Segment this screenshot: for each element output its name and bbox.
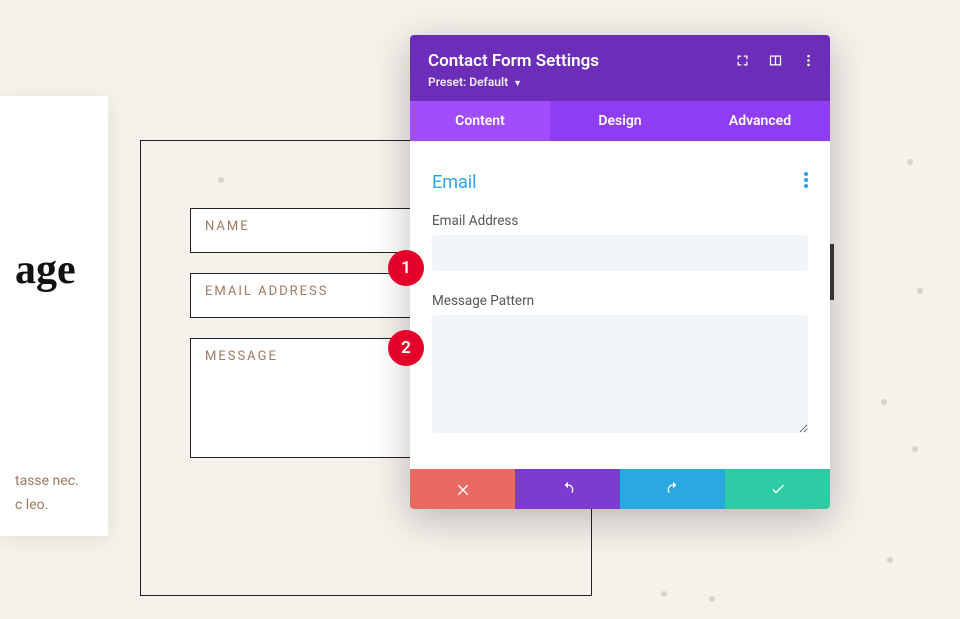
page-heading: age (15, 246, 93, 294)
preset-label: Preset: (428, 75, 466, 89)
section-title[interactable]: Email (432, 172, 477, 193)
callout-badge-1: 1 (388, 250, 424, 286)
modal-footer (410, 469, 830, 509)
message-pattern-group: Message Pattern (432, 293, 808, 437)
expand-icon[interactable] (735, 53, 750, 68)
save-button[interactable] (725, 469, 830, 509)
message-pattern-input[interactable] (432, 315, 808, 433)
bg-dot (881, 399, 887, 405)
more-vertical-icon[interactable] (801, 53, 816, 68)
email-address-group: Email Address (432, 213, 808, 271)
preset-value: Default (469, 75, 508, 89)
caret-down-icon: ▼ (513, 79, 522, 89)
tab-content[interactable]: Content (410, 101, 550, 141)
callout-badge-2: 2 (388, 330, 424, 366)
email-address-input[interactable] (432, 235, 808, 271)
redo-button[interactable] (620, 469, 725, 509)
modal-header-icons (735, 53, 816, 68)
bg-dot (709, 596, 715, 602)
modal-tabs: Content Design Advanced (410, 101, 830, 141)
modal-header: Contact Form Settings Preset: Default ▼ (410, 35, 830, 101)
modal-preset[interactable]: Preset: Default ▼ (428, 75, 812, 89)
bg-dot (887, 557, 893, 563)
section-more-icon[interactable] (804, 172, 808, 193)
message-pattern-label: Message Pattern (432, 293, 808, 309)
left-card: age tasse nec. c leo. (0, 96, 108, 536)
form-name-placeholder: NAME (205, 219, 250, 234)
settings-modal: Contact Form Settings Preset: Default ▼ … (410, 35, 830, 509)
page-lorem: tasse nec. c leo. (15, 470, 93, 518)
lorem-line: c leo. (15, 494, 93, 518)
lorem-line: tasse nec. (15, 470, 93, 494)
tab-design[interactable]: Design (550, 101, 690, 141)
bg-dot (907, 159, 913, 165)
bg-dot (917, 288, 923, 294)
layout-split-icon[interactable] (768, 53, 783, 68)
bg-dot (912, 446, 918, 452)
undo-button[interactable] (515, 469, 620, 509)
form-message-placeholder: MESSAGE (205, 349, 278, 364)
modal-body: Email Email Address Message Pattern (410, 141, 830, 469)
form-email-placeholder: EMAIL ADDRESS (205, 284, 328, 299)
tab-advanced[interactable]: Advanced (690, 101, 830, 141)
cancel-button[interactable] (410, 469, 515, 509)
bg-dot (661, 591, 667, 597)
email-address-label: Email Address (432, 213, 808, 229)
section-header: Email (432, 172, 808, 193)
